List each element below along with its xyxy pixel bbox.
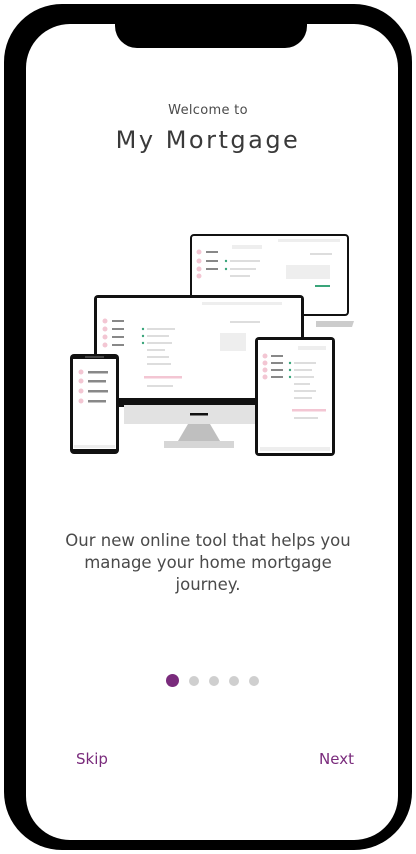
pagination-dot-5[interactable] xyxy=(248,675,259,686)
onboarding-description: Our new online tool that helps you manag… xyxy=(65,531,351,594)
pagination-dot-2[interactable] xyxy=(188,675,199,686)
notch xyxy=(115,15,307,48)
next-button[interactable]: Next xyxy=(319,750,354,768)
pagination-dot-1[interactable] xyxy=(165,674,179,687)
skip-button[interactable]: Skip xyxy=(76,750,108,768)
pagination-dots xyxy=(0,674,416,687)
mobile-phone-icon xyxy=(70,354,119,454)
pagination-dot-4[interactable] xyxy=(228,675,239,686)
page-title: My Mortgage xyxy=(115,126,301,154)
devices-illustration xyxy=(60,225,360,465)
tablet-icon xyxy=(255,337,335,456)
welcome-subtitle: Welcome to xyxy=(168,103,248,118)
pagination-dot-3[interactable] xyxy=(208,675,219,686)
